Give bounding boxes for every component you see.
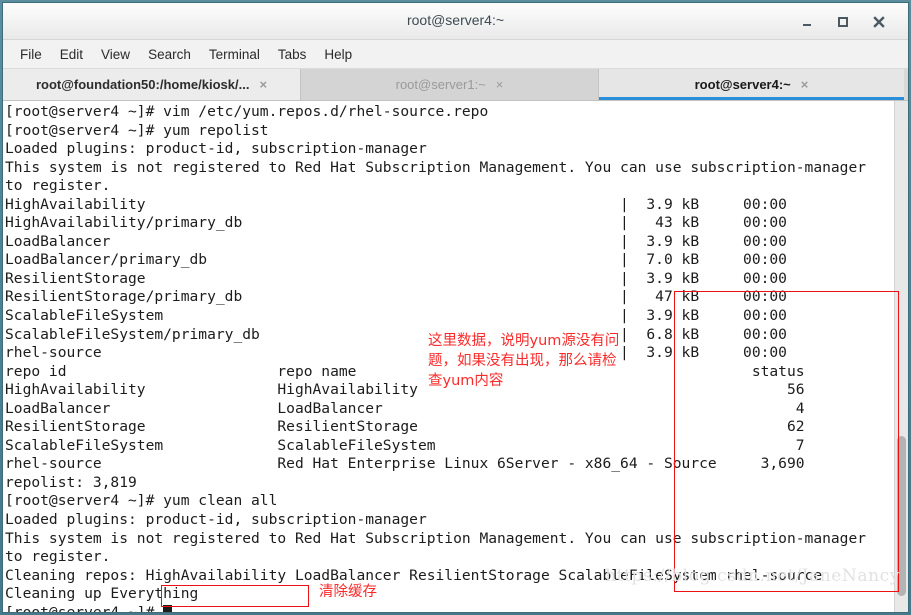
menu-search[interactable]: Search: [139, 44, 200, 65]
terminal-line: HighAvailability | 3.9 kB 00:00: [5, 195, 787, 213]
terminal-line: Cleaning up Everything: [5, 585, 199, 603]
terminal-line: ScalableFileSystem/primary_db | 6.8 kB 0…: [5, 325, 787, 343]
tab-server4[interactable]: root@server4:~ ×: [599, 69, 904, 100]
tab-label: root@server1:~: [395, 77, 486, 92]
window-title: root@server4:~: [406, 12, 505, 28]
tab-close-icon[interactable]: ×: [496, 78, 504, 91]
minimize-button[interactable]: [796, 11, 818, 33]
window-titlebar: root@server4:~: [3, 3, 908, 40]
tab-close-icon[interactable]: ×: [801, 78, 809, 91]
terminal-line: HighAvailability/primary_db | 43 kB 00:0…: [5, 214, 787, 232]
menu-tabs[interactable]: Tabs: [269, 44, 316, 65]
menu-terminal[interactable]: Terminal: [200, 44, 269, 65]
tab-label: root@server4:~: [694, 77, 791, 92]
tab-label: root@foundation50:/home/kiosk/...: [35, 77, 250, 92]
shell-prompt: [root@server4 ~]#: [5, 604, 163, 612]
terminal-line: rhel-source Red Hat Enterprise Linux 6Se…: [5, 455, 805, 473]
terminal-line: repo id repo name status: [5, 362, 805, 380]
terminal-line: LoadBalancer LoadBalancer 4: [5, 399, 805, 417]
terminal-line: HighAvailability HighAvailability 56: [5, 381, 805, 399]
close-button[interactable]: [868, 11, 890, 33]
maximize-button[interactable]: [832, 11, 854, 33]
terminal-line: to register.: [5, 548, 111, 566]
terminal-output[interactable]: [root@server4 ~]# vim /etc/yum.repos.d/r…: [3, 101, 894, 612]
terminal-line: Loaded plugins: product-id, subscription…: [5, 511, 427, 529]
terminal-line: LoadBalancer/primary_db | 7.0 kB 00:00: [5, 251, 787, 269]
terminal-line: This system is not registered to Red Hat…: [5, 158, 867, 176]
terminal-line: ScalableFileSystem | 3.9 kB 00:00: [5, 307, 787, 325]
terminal-line: [root@server4 ~]# vim /etc/yum.repos.d/r…: [5, 103, 489, 120]
terminal-line: rhel-source | 3.9 kB 00:00: [5, 344, 787, 362]
scrollbar-thumb[interactable]: [897, 436, 906, 596]
menu-help[interactable]: Help: [315, 44, 361, 65]
tab-foundation50[interactable]: root@foundation50:/home/kiosk/... ×: [3, 69, 301, 100]
terminal-line: ResilientStorage ResilientStorage 62: [5, 418, 805, 436]
menu-view[interactable]: View: [92, 44, 139, 65]
terminal-area[interactable]: [root@server4 ~]# vim /etc/yum.repos.d/r…: [3, 101, 908, 612]
terminal-line: ResilientStorage | 3.9 kB 00:00: [5, 269, 787, 287]
menu-file[interactable]: File: [11, 44, 51, 65]
terminal-line: This system is not registered to Red Hat…: [5, 529, 867, 547]
terminal-line: LoadBalancer | 3.9 kB 00:00: [5, 232, 787, 250]
terminal-scrollbar[interactable]: [894, 101, 908, 612]
menu-edit[interactable]: Edit: [51, 44, 92, 65]
terminal-line: Cleaning repos: HighAvailability LoadBal…: [5, 566, 823, 584]
terminal-prompt-line: [root@server4 ~]#: [5, 604, 894, 612]
block-cursor: [163, 604, 172, 612]
terminal-line: [root@server4 ~]# yum repolist: [5, 121, 269, 139]
menubar: File Edit View Search Terminal Tabs Help: [3, 40, 908, 69]
terminal-line: [root@server4 ~]# yum clean all: [5, 492, 278, 510]
terminal-line: ScalableFileSystem ScalableFileSystem 7: [5, 436, 805, 454]
terminal-window: root@server4:~ File Edit View Search Ter…: [2, 2, 909, 613]
tab-server1[interactable]: root@server1:~ ×: [301, 69, 599, 100]
tab-close-icon[interactable]: ×: [259, 78, 267, 91]
terminal-line: ResilientStorage/primary_db | 47 kB 00:0…: [5, 288, 787, 306]
terminal-line: repolist: 3,819: [5, 473, 137, 491]
terminal-line: Loaded plugins: product-id, subscription…: [5, 140, 427, 158]
terminal-line: to register.: [5, 177, 111, 195]
tabbar: root@foundation50:/home/kiosk/... × root…: [3, 69, 908, 101]
